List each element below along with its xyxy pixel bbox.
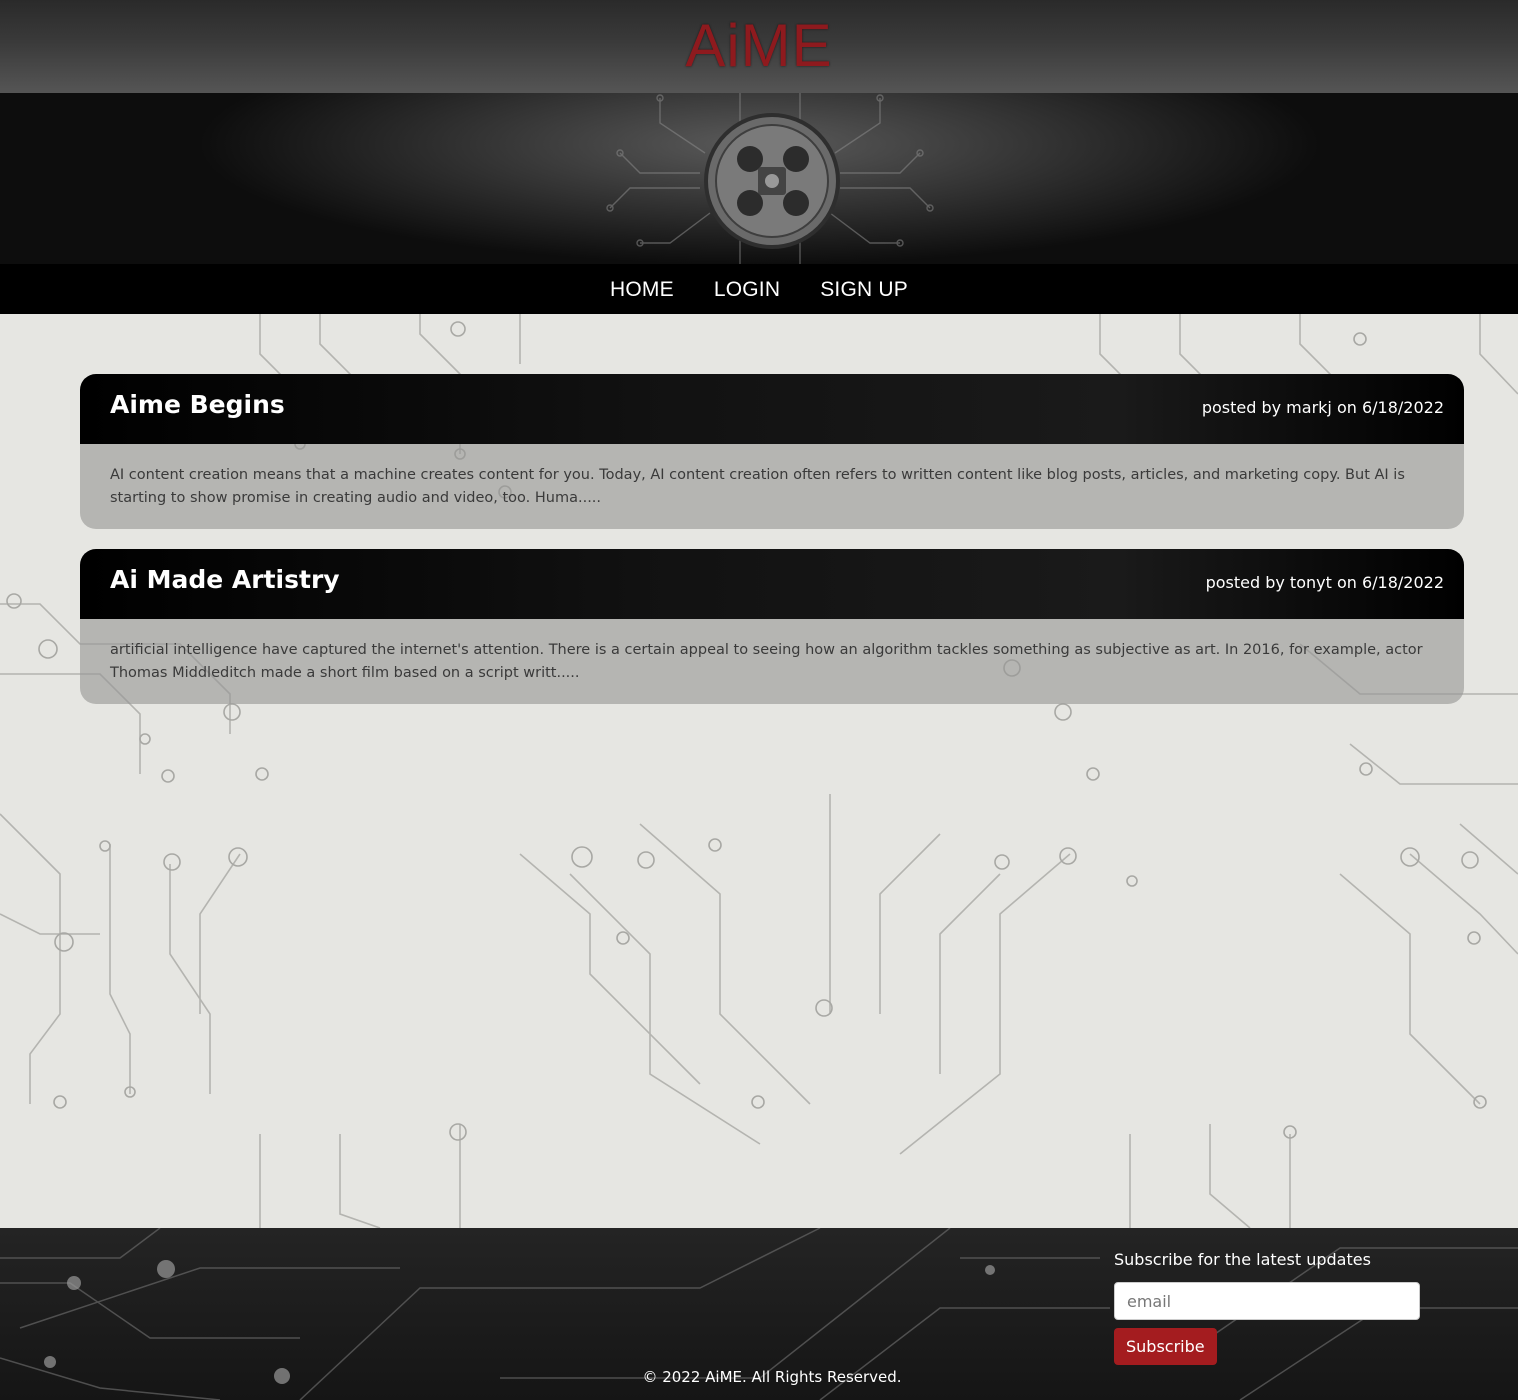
post-title[interactable]: Ai Made Artistry (110, 565, 340, 594)
subscribe-button[interactable]: Subscribe (1114, 1328, 1217, 1365)
post-excerpt: artificial intelligence have captured th… (80, 619, 1464, 704)
post-excerpt: AI content creation means that a machine… (80, 444, 1464, 529)
subscribe-label: Subscribe for the latest updates (1114, 1250, 1371, 1269)
main-nav: HOME LOGIN SIGN UP (0, 264, 1518, 314)
post-title[interactable]: Aime Begins (110, 390, 285, 419)
hero-banner (0, 93, 1518, 264)
post-header: Ai Made Artistry posted by tonyt on 6/18… (80, 549, 1464, 619)
email-input[interactable] (1114, 1282, 1420, 1320)
top-bar: AiME (0, 0, 1518, 93)
main-content: Aime Begins posted by markj on 6/18/2022… (0, 314, 1518, 1228)
circuit-emblem-icon (606, 93, 934, 264)
post-card[interactable]: Ai Made Artistry posted by tonyt on 6/18… (80, 549, 1464, 704)
post-meta: posted by markj on 6/18/2022 (1201, 398, 1444, 417)
site-footer: Subscribe for the latest updates Subscri… (0, 1228, 1518, 1400)
nav-signup-link[interactable]: SIGN UP (820, 276, 908, 302)
site-logo[interactable]: AiME (0, 12, 1518, 80)
copyright-text: © 2022 AiME. All Rights Reserved. (642, 1368, 902, 1386)
post-card[interactable]: Aime Begins posted by markj on 6/18/2022… (80, 374, 1464, 529)
post-header: Aime Begins posted by markj on 6/18/2022 (80, 374, 1464, 444)
post-meta: posted by tonyt on 6/18/2022 (1205, 573, 1444, 592)
nav-home-link[interactable]: HOME (610, 276, 674, 302)
nav-login-link[interactable]: LOGIN (714, 276, 780, 302)
